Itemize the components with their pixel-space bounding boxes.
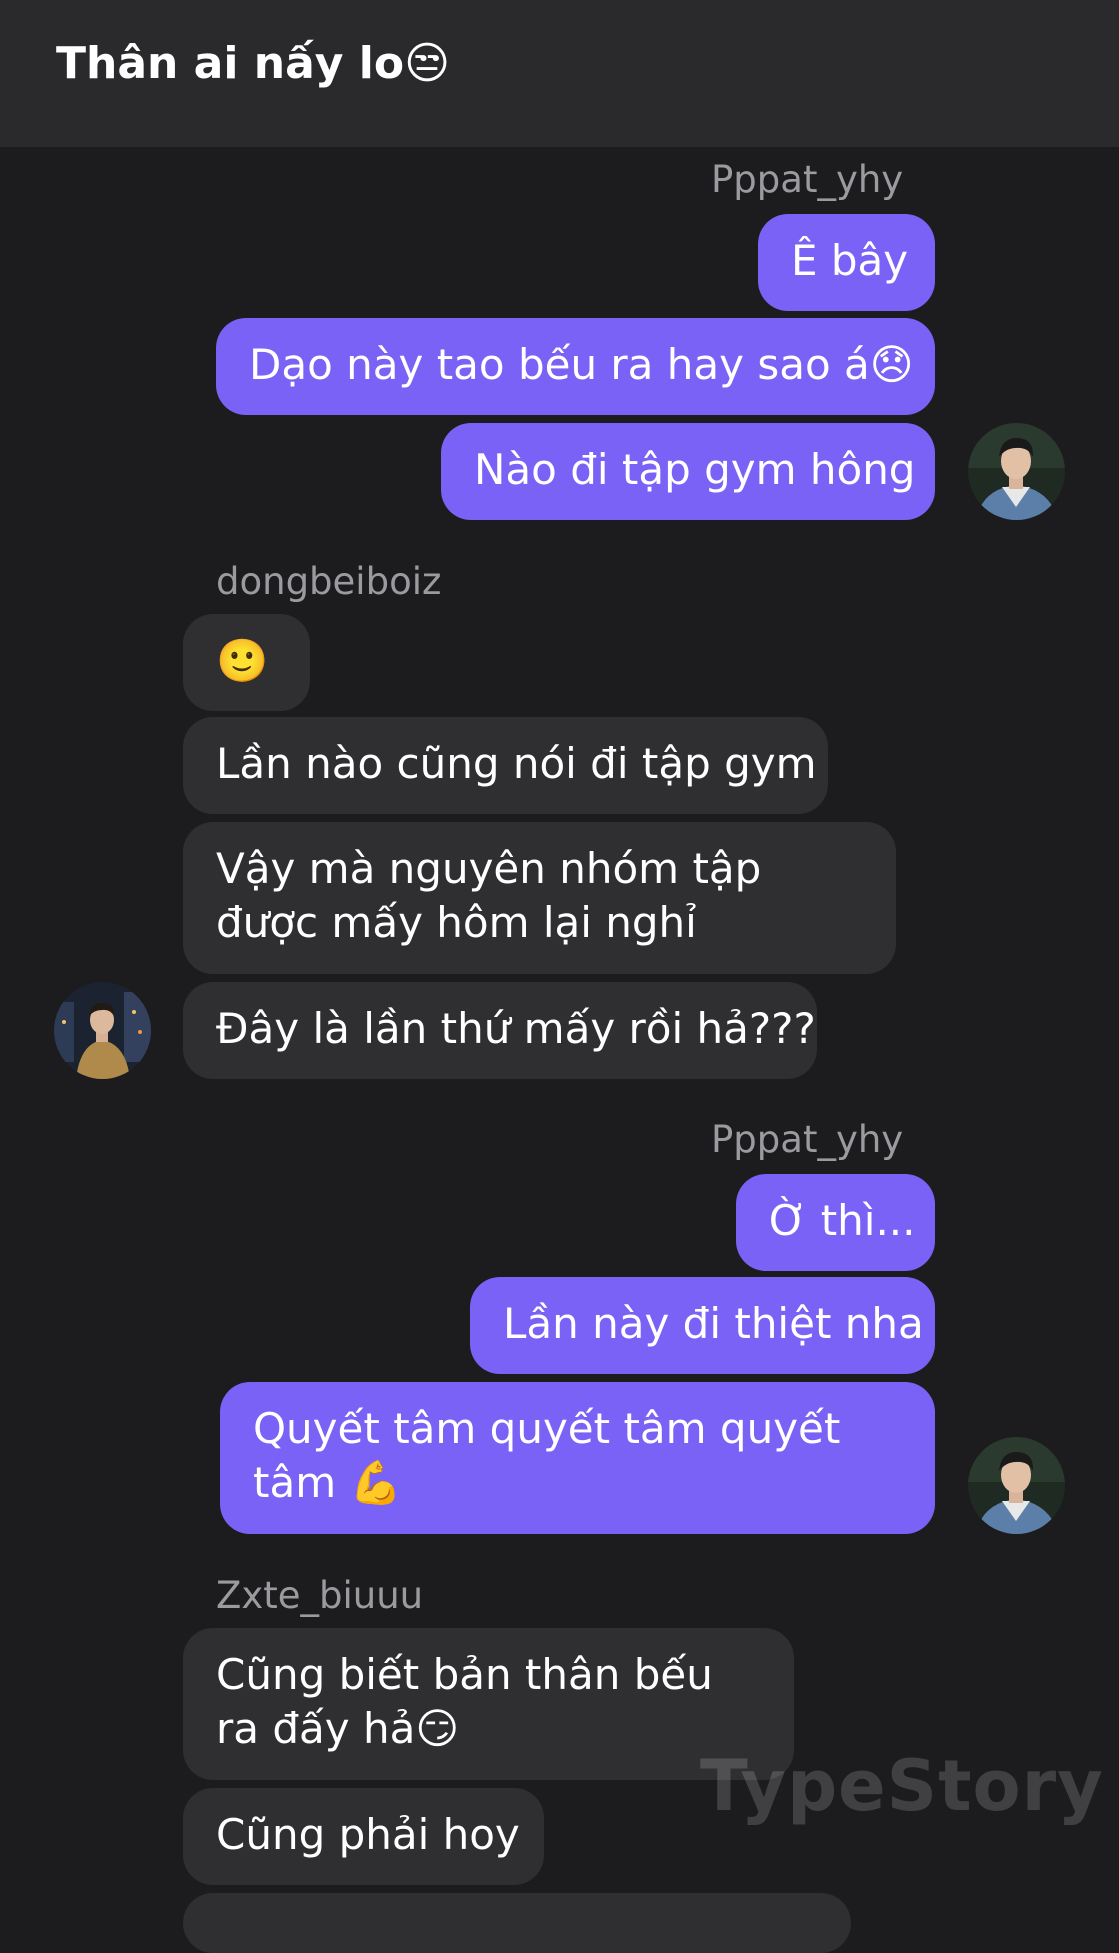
chat-title: Thân ai nấy lo😒 — [56, 38, 450, 89]
message-bubble-outgoing[interactable]: Quyết tâm quyết tâm quyết tâm 💪 — [220, 1382, 935, 1534]
sender-name: Pppat_yhy — [711, 1118, 904, 1161]
watermark: TypeStory — [700, 1745, 1104, 1827]
message-bubble-outgoing[interactable]: Ờ thì... — [736, 1174, 935, 1271]
message-bubble-outgoing[interactable]: Dạo này tao bếu ra hay sao á😞 — [216, 318, 935, 415]
message-bubble-incoming[interactable]: Đây là lần thứ mấy rồi hả??? — [183, 982, 817, 1079]
message-bubble-incoming-partial[interactable] — [183, 1893, 851, 1953]
sender-name: dongbeiboiz — [216, 560, 442, 603]
sender-name: Zxte_biuuu — [216, 1574, 424, 1617]
message-bubble-outgoing[interactable]: Nào đi tập gym hông — [441, 423, 935, 520]
message-bubble-outgoing[interactable]: Lần này đi thiệt nha — [470, 1277, 935, 1374]
avatar-dongbeiboiz[interactable] — [54, 982, 151, 1079]
avatar-man-denim-jacket-icon — [968, 1437, 1065, 1534]
avatar-pppat-yhy[interactable] — [968, 423, 1065, 520]
avatar-pppat-yhy[interactable] — [968, 1437, 1065, 1534]
message-bubble-incoming[interactable]: 🙂 — [183, 614, 310, 711]
message-bubble-incoming[interactable]: Lần nào cũng nói đi tập gym — [183, 717, 828, 814]
message-bubble-outgoing[interactable]: Ê bây — [758, 214, 935, 311]
message-bubble-incoming[interactable]: Cũng phải hoy — [183, 1788, 544, 1885]
chat-header: Thân ai nấy lo😒 — [0, 0, 1119, 147]
message-bubble-incoming[interactable]: Vậy mà nguyên nhóm tập được mấy hôm lại … — [183, 822, 896, 974]
avatar-man-city-night-icon — [54, 982, 151, 1079]
avatar-man-denim-jacket-icon — [968, 423, 1065, 520]
sender-name: Pppat_yhy — [711, 158, 904, 201]
